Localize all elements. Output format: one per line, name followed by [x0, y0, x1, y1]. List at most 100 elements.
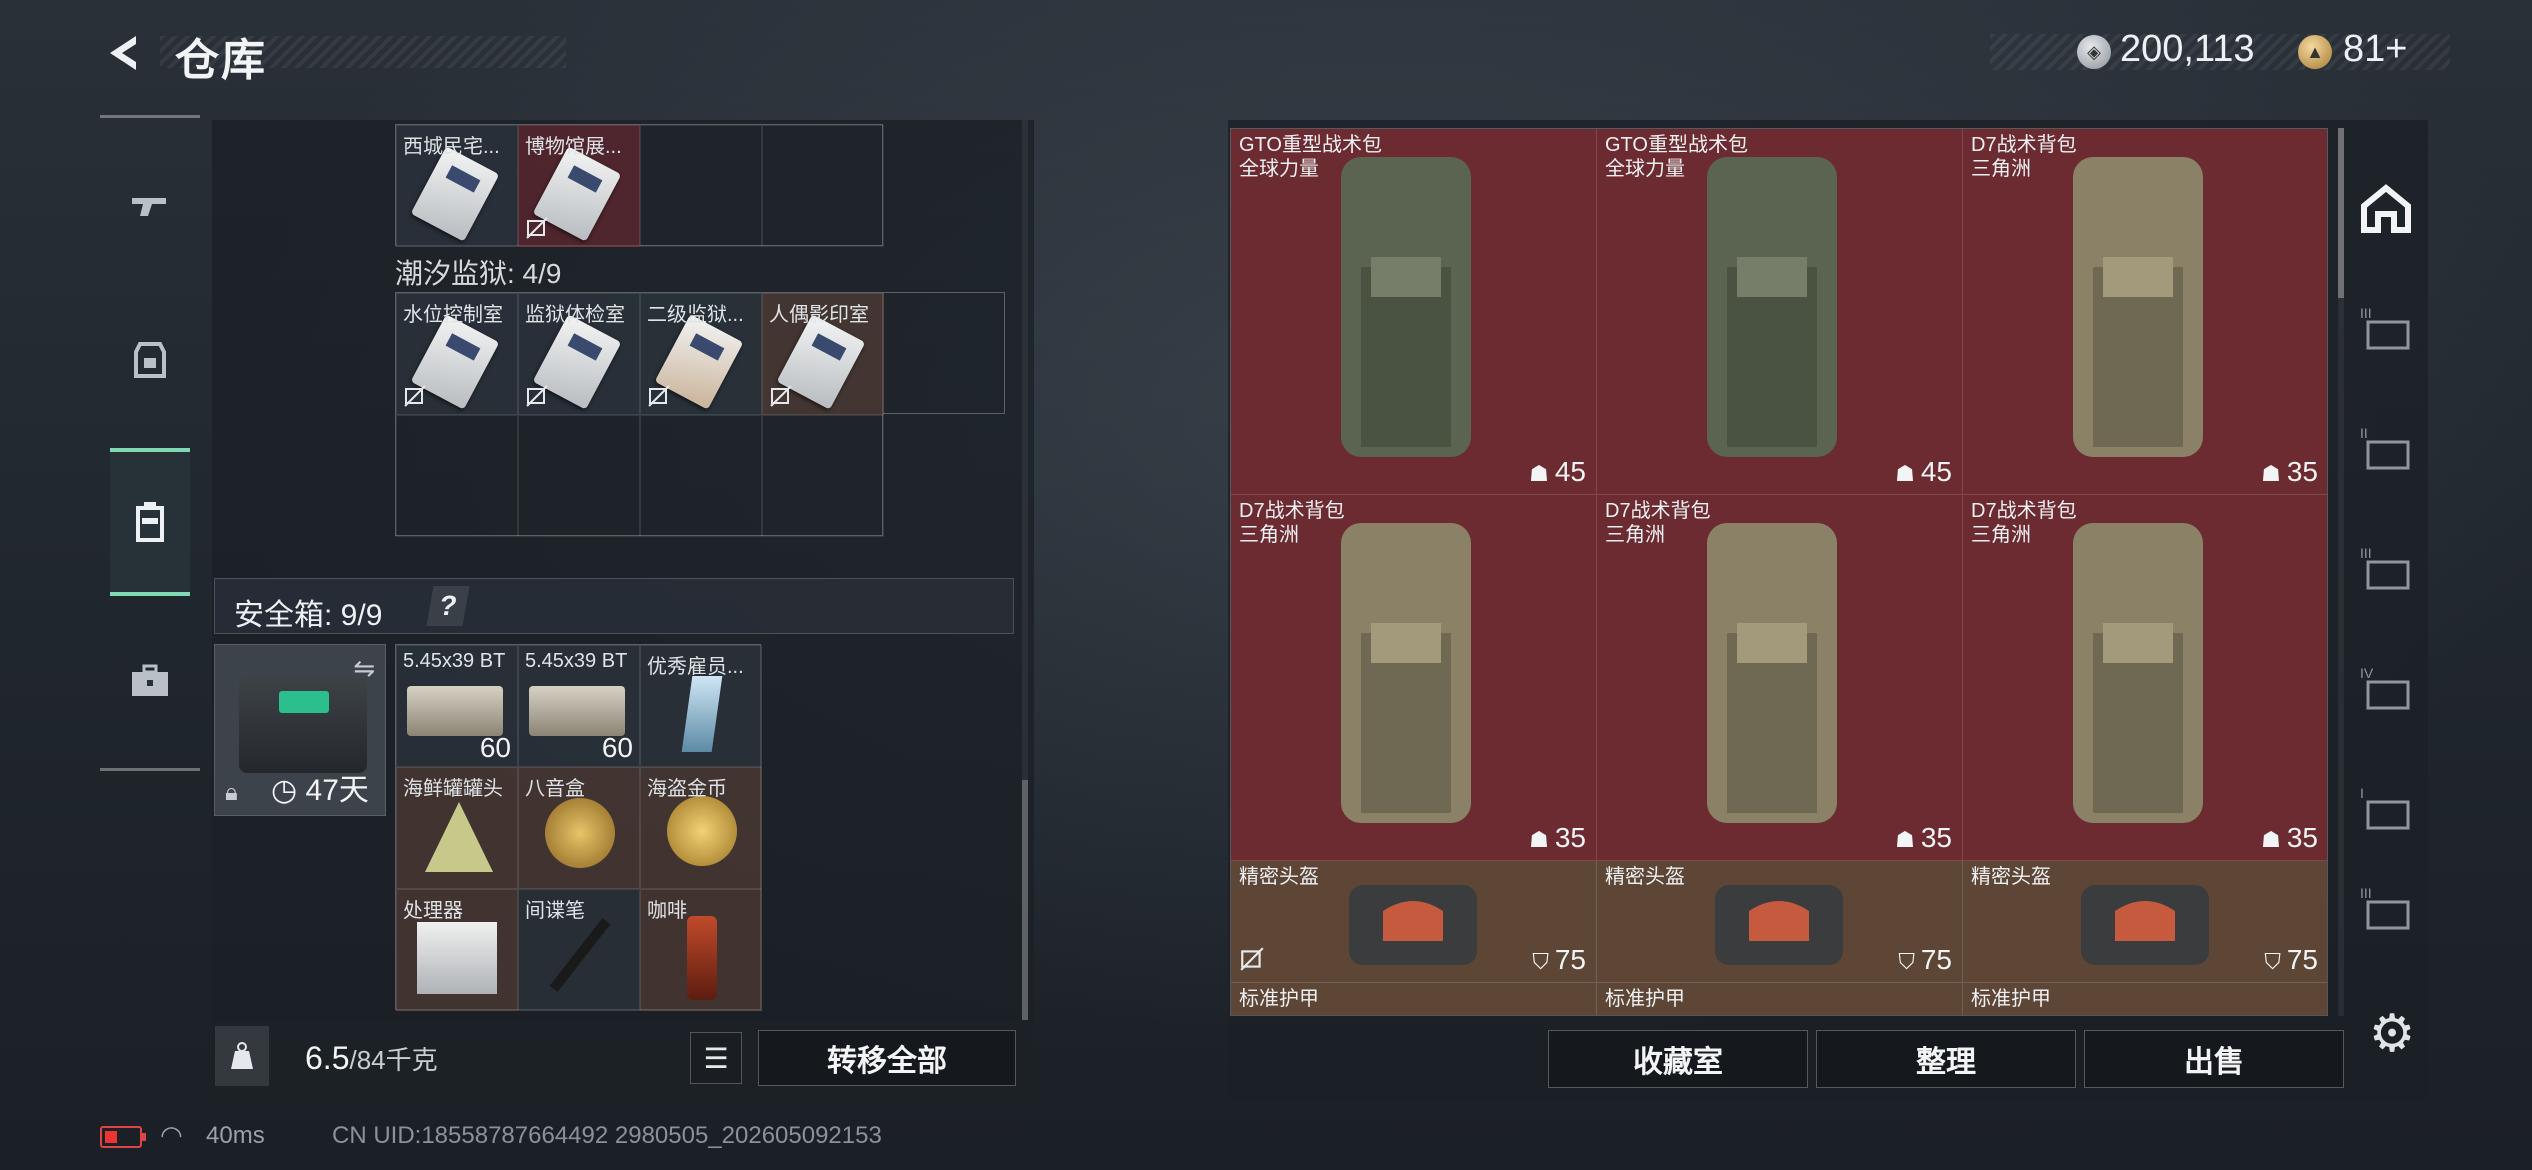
- item-cell[interactable]: 间谍笔: [518, 889, 640, 1011]
- page-title: 仓库: [175, 36, 267, 85]
- crystal-award-icon: [681, 676, 723, 752]
- item-cell[interactable]: D7战术背包 三角洲 ☗ 35: [1963, 495, 2327, 861]
- no-insure-icon: [648, 385, 670, 407]
- storage-iii-icon: III: [2360, 305, 2410, 350]
- item-count: 60: [479, 732, 511, 763]
- canned-seafood-icon: [425, 802, 493, 872]
- tab-storage-3a[interactable]: III: [2350, 258, 2422, 398]
- empty-cell[interactable]: [762, 125, 884, 247]
- backpack-icon: [136, 502, 164, 542]
- currency-main: 200,113: [2120, 28, 2255, 70]
- empty-cell[interactable]: [640, 415, 762, 537]
- coffee-icon: [687, 916, 717, 1000]
- item-cell[interactable]: 博物馆展...: [518, 125, 640, 247]
- tab-storage-3c[interactable]: III: [2350, 858, 2422, 958]
- safe-case[interactable]: ⇋ 🔒︎ ◷ 47天: [214, 644, 386, 816]
- swap-icon[interactable]: ⇋: [353, 653, 375, 684]
- case-timer-value: 47天: [305, 774, 369, 807]
- stash-scroll-thumb[interactable]: [1022, 780, 1028, 1020]
- transfer-all-button[interactable]: 转移全部: [758, 1030, 1016, 1086]
- weight-readout: 6.5/84千克: [305, 1040, 438, 1077]
- armor-icon: [134, 342, 166, 378]
- item-cell[interactable]: 咖啡: [640, 889, 762, 1011]
- ammo-box-icon: [529, 686, 625, 736]
- item-name: 标准护甲: [1605, 988, 1685, 1010]
- list-view-button[interactable]: ☰: [690, 1032, 742, 1084]
- item-cell[interactable]: 5.45x39 BT 60: [518, 645, 640, 767]
- svg-text:IV: IV: [2360, 665, 2374, 681]
- item-name: D7战术背包 三角洲: [1971, 500, 2077, 546]
- list-icon: ☰: [703, 1042, 729, 1074]
- settings-gear-icon[interactable]: ⚙: [2362, 1004, 2422, 1064]
- no-insure-icon: [770, 385, 792, 407]
- item-cell[interactable]: 5.45x39 BT 60: [396, 645, 518, 767]
- item-name: 人偶影印室: [769, 304, 869, 326]
- tab-storage-4[interactable]: IV: [2350, 618, 2422, 758]
- item-capacity: ☗ 45: [1529, 456, 1586, 487]
- empty-cell[interactable]: [883, 292, 1005, 414]
- svg-text:III: III: [2360, 885, 2372, 901]
- collection-room-button[interactable]: 收藏室: [1548, 1030, 1808, 1088]
- item-cell[interactable]: 标准护甲: [1597, 983, 1963, 1015]
- item-cell[interactable]: 二级监狱...: [640, 293, 762, 415]
- item-name: 精密头盔: [1971, 866, 2051, 888]
- tab-storage-3b[interactable]: III: [2350, 498, 2422, 638]
- d7-backpack-icon: [2073, 523, 2203, 823]
- helmet-icon: [1349, 885, 1477, 965]
- item-cell[interactable]: GTO重型战术包 全球力量 ☗ 45: [1597, 129, 1963, 495]
- item-cell[interactable]: D7战术背包 三角洲 ☗ 35: [1231, 495, 1597, 861]
- item-cell[interactable]: 西城民宅...: [396, 125, 518, 247]
- item-cell[interactable]: D7战术背包 三角洲 ☗ 35: [1963, 129, 2327, 495]
- tab-weapons[interactable]: [112, 168, 188, 244]
- item-cell[interactable]: 处理器: [396, 889, 518, 1011]
- currency-premium[interactable]: 81+: [2343, 28, 2407, 71]
- item-cell[interactable]: 精密头盔 ⛉ 75: [1963, 861, 2327, 983]
- weight-max: /84千克: [349, 1045, 438, 1075]
- rail-divider: [100, 115, 200, 118]
- container-scroll-thumb[interactable]: [2338, 128, 2344, 298]
- tab-backpack[interactable]: [110, 448, 190, 596]
- ping-readout: 40ms: [206, 1122, 265, 1149]
- item-cell[interactable]: 人偶影印室: [762, 293, 884, 415]
- d7-backpack-icon: [2073, 157, 2203, 457]
- item-name: 5.45x39 BT: [525, 650, 628, 672]
- item-capacity: ☗ 35: [1529, 822, 1586, 853]
- tab-armor[interactable]: [112, 322, 188, 398]
- item-name: 精密头盔: [1605, 866, 1685, 888]
- item-name: 优秀雇员...: [647, 656, 744, 678]
- item-cell[interactable]: 海鲜罐罐头: [396, 767, 518, 889]
- safe-box-grid: 5.45x39 BT 60 5.45x39 BT 60 优秀雇员... 海鲜罐罐…: [395, 644, 762, 1011]
- sort-button[interactable]: 整理: [1816, 1030, 2076, 1088]
- empty-cell[interactable]: [640, 125, 762, 247]
- item-name: 八音盒: [525, 778, 585, 800]
- item-cell[interactable]: 水位控制室: [396, 293, 518, 415]
- item-cell[interactable]: 标准护甲: [1963, 983, 2327, 1015]
- item-cell[interactable]: 精密头盔 ⛉ 75: [1597, 861, 1963, 983]
- item-cell[interactable]: GTO重型战术包 全球力量 ☗ 45: [1231, 129, 1597, 495]
- item-cell[interactable]: 监狱体检室: [518, 293, 640, 415]
- item-name: GTO重型战术包 全球力量: [1239, 134, 1382, 180]
- spy-pen-icon: [549, 918, 611, 992]
- tab-storage-1[interactable]: I: [2350, 738, 2422, 878]
- item-durability: ⛉ 75: [1898, 944, 1952, 975]
- item-name: 标准护甲: [1239, 988, 1319, 1010]
- item-cell[interactable]: 海盗金币: [640, 767, 762, 889]
- empty-cell[interactable]: [396, 415, 518, 537]
- item-cell[interactable]: D7战术背包 三角洲 ☗ 35: [1597, 495, 1963, 861]
- empty-cell[interactable]: [762, 415, 884, 537]
- tab-main-storage[interactable]: [2350, 138, 2422, 278]
- help-button[interactable]: ?: [426, 586, 470, 626]
- tab-storage-2[interactable]: II: [2350, 378, 2422, 518]
- helmet-icon: [1715, 885, 1843, 965]
- gto-backpack-icon: [1341, 157, 1471, 457]
- sell-button[interactable]: 出售: [2084, 1030, 2344, 1088]
- item-cell[interactable]: 精密头盔 ⛉ 75: [1231, 861, 1597, 983]
- back-button[interactable]: [100, 28, 150, 78]
- item-cell[interactable]: 标准护甲: [1231, 983, 1597, 1015]
- item-cell[interactable]: 优秀雇员...: [640, 645, 762, 767]
- item-cell[interactable]: 八音盒: [518, 767, 640, 889]
- item-name: GTO重型战术包 全球力量: [1605, 134, 1748, 180]
- empty-cell[interactable]: [518, 415, 640, 537]
- tab-toolbox[interactable]: [112, 642, 188, 718]
- gun-icon: [132, 198, 166, 216]
